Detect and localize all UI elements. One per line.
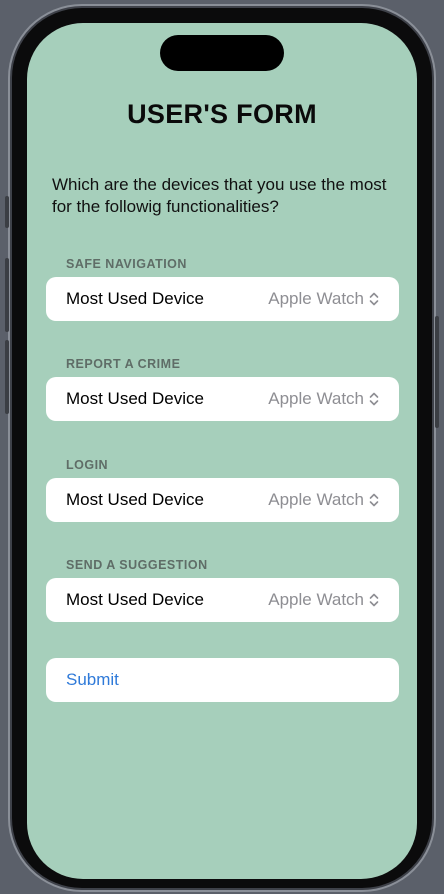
- section-header-report-a-crime: REPORT A CRIME: [66, 357, 181, 371]
- picker-value: Apple Watch: [268, 389, 364, 408]
- dynamic-island: [160, 35, 284, 71]
- chevron-up-down-icon: [369, 392, 379, 406]
- picker-value: Apple Watch: [268, 490, 364, 509]
- row-label: Most Used Device: [66, 289, 204, 308]
- device-picker-login[interactable]: Apple Watch: [268, 490, 379, 510]
- action-button: [5, 196, 9, 228]
- row-label: Most Used Device: [66, 389, 204, 408]
- device-row-report-a-crime: Most Used Device Apple Watch: [46, 377, 399, 421]
- device-row-safe-navigation: Most Used Device Apple Watch: [46, 277, 399, 321]
- submit-button[interactable]: Submit: [46, 658, 399, 702]
- device-picker-send-a-suggestion[interactable]: Apple Watch: [268, 590, 379, 610]
- device-row-send-a-suggestion: Most Used Device Apple Watch: [46, 578, 399, 622]
- chevron-up-down-icon: [369, 593, 379, 607]
- question-text: Which are the devices that you use the m…: [52, 175, 387, 216]
- device-picker-report-a-crime[interactable]: Apple Watch: [268, 389, 379, 409]
- section-header-send-a-suggestion: SEND A SUGGESTION: [66, 558, 208, 572]
- row-label: Most Used Device: [66, 590, 204, 609]
- page-title: USER'S FORM: [127, 99, 317, 129]
- chevron-up-down-icon: [369, 292, 379, 306]
- picker-value: Apple Watch: [268, 289, 364, 308]
- picker-value: Apple Watch: [268, 590, 364, 609]
- device-row-login: Most Used Device Apple Watch: [46, 478, 399, 522]
- app-screen: USER'S FORM Which are the devices that y…: [27, 23, 417, 879]
- row-label: Most Used Device: [66, 490, 204, 509]
- volume-up-button: [5, 258, 9, 332]
- volume-down-button: [5, 340, 9, 414]
- section-header-safe-navigation: SAFE NAVIGATION: [66, 257, 187, 271]
- device-picker-safe-navigation[interactable]: Apple Watch: [268, 289, 379, 309]
- chevron-up-down-icon: [369, 493, 379, 507]
- submit-label: Submit: [66, 670, 119, 689]
- power-button: [435, 316, 439, 428]
- section-header-login: LOGIN: [66, 458, 109, 472]
